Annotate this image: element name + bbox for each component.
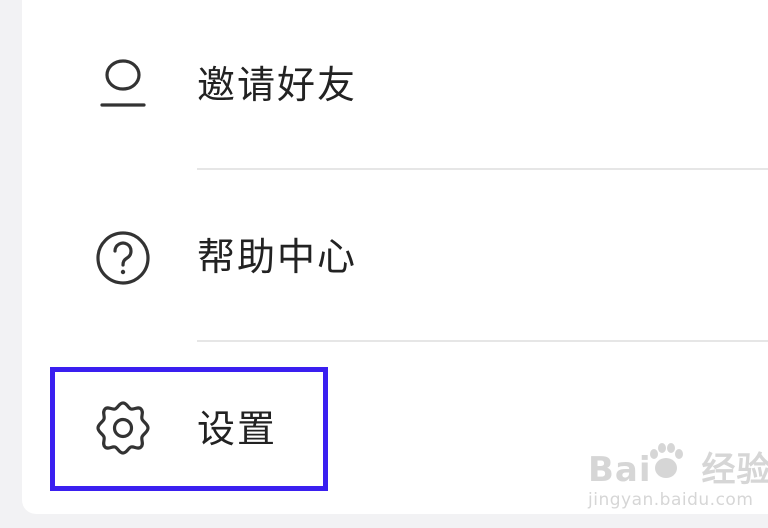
watermark-logo-left: Bai xyxy=(588,450,652,490)
menu-item-invite-friends[interactable]: 邀请好友 xyxy=(22,0,768,170)
menu-divider xyxy=(197,340,768,342)
menu-item-label: 帮助中心 xyxy=(197,235,358,279)
menu-item-help-center[interactable]: 帮助中心 xyxy=(22,172,768,342)
question-circle-icon xyxy=(94,229,152,287)
paw-icon xyxy=(644,440,688,484)
menu-divider xyxy=(197,168,768,170)
watermark-logo-right: 经验 xyxy=(701,450,768,490)
highlight-box xyxy=(50,367,328,491)
screen: 邀请好友 帮助中心 设置 Bai 经验 jingyan.baidu.com xyxy=(0,0,768,528)
watermark-url: jingyan.baidu.com xyxy=(588,490,754,510)
person-icon xyxy=(94,55,152,113)
watermark: Bai 经验 jingyan.baidu.com xyxy=(588,440,768,522)
menu-item-label: 邀请好友 xyxy=(197,63,358,107)
